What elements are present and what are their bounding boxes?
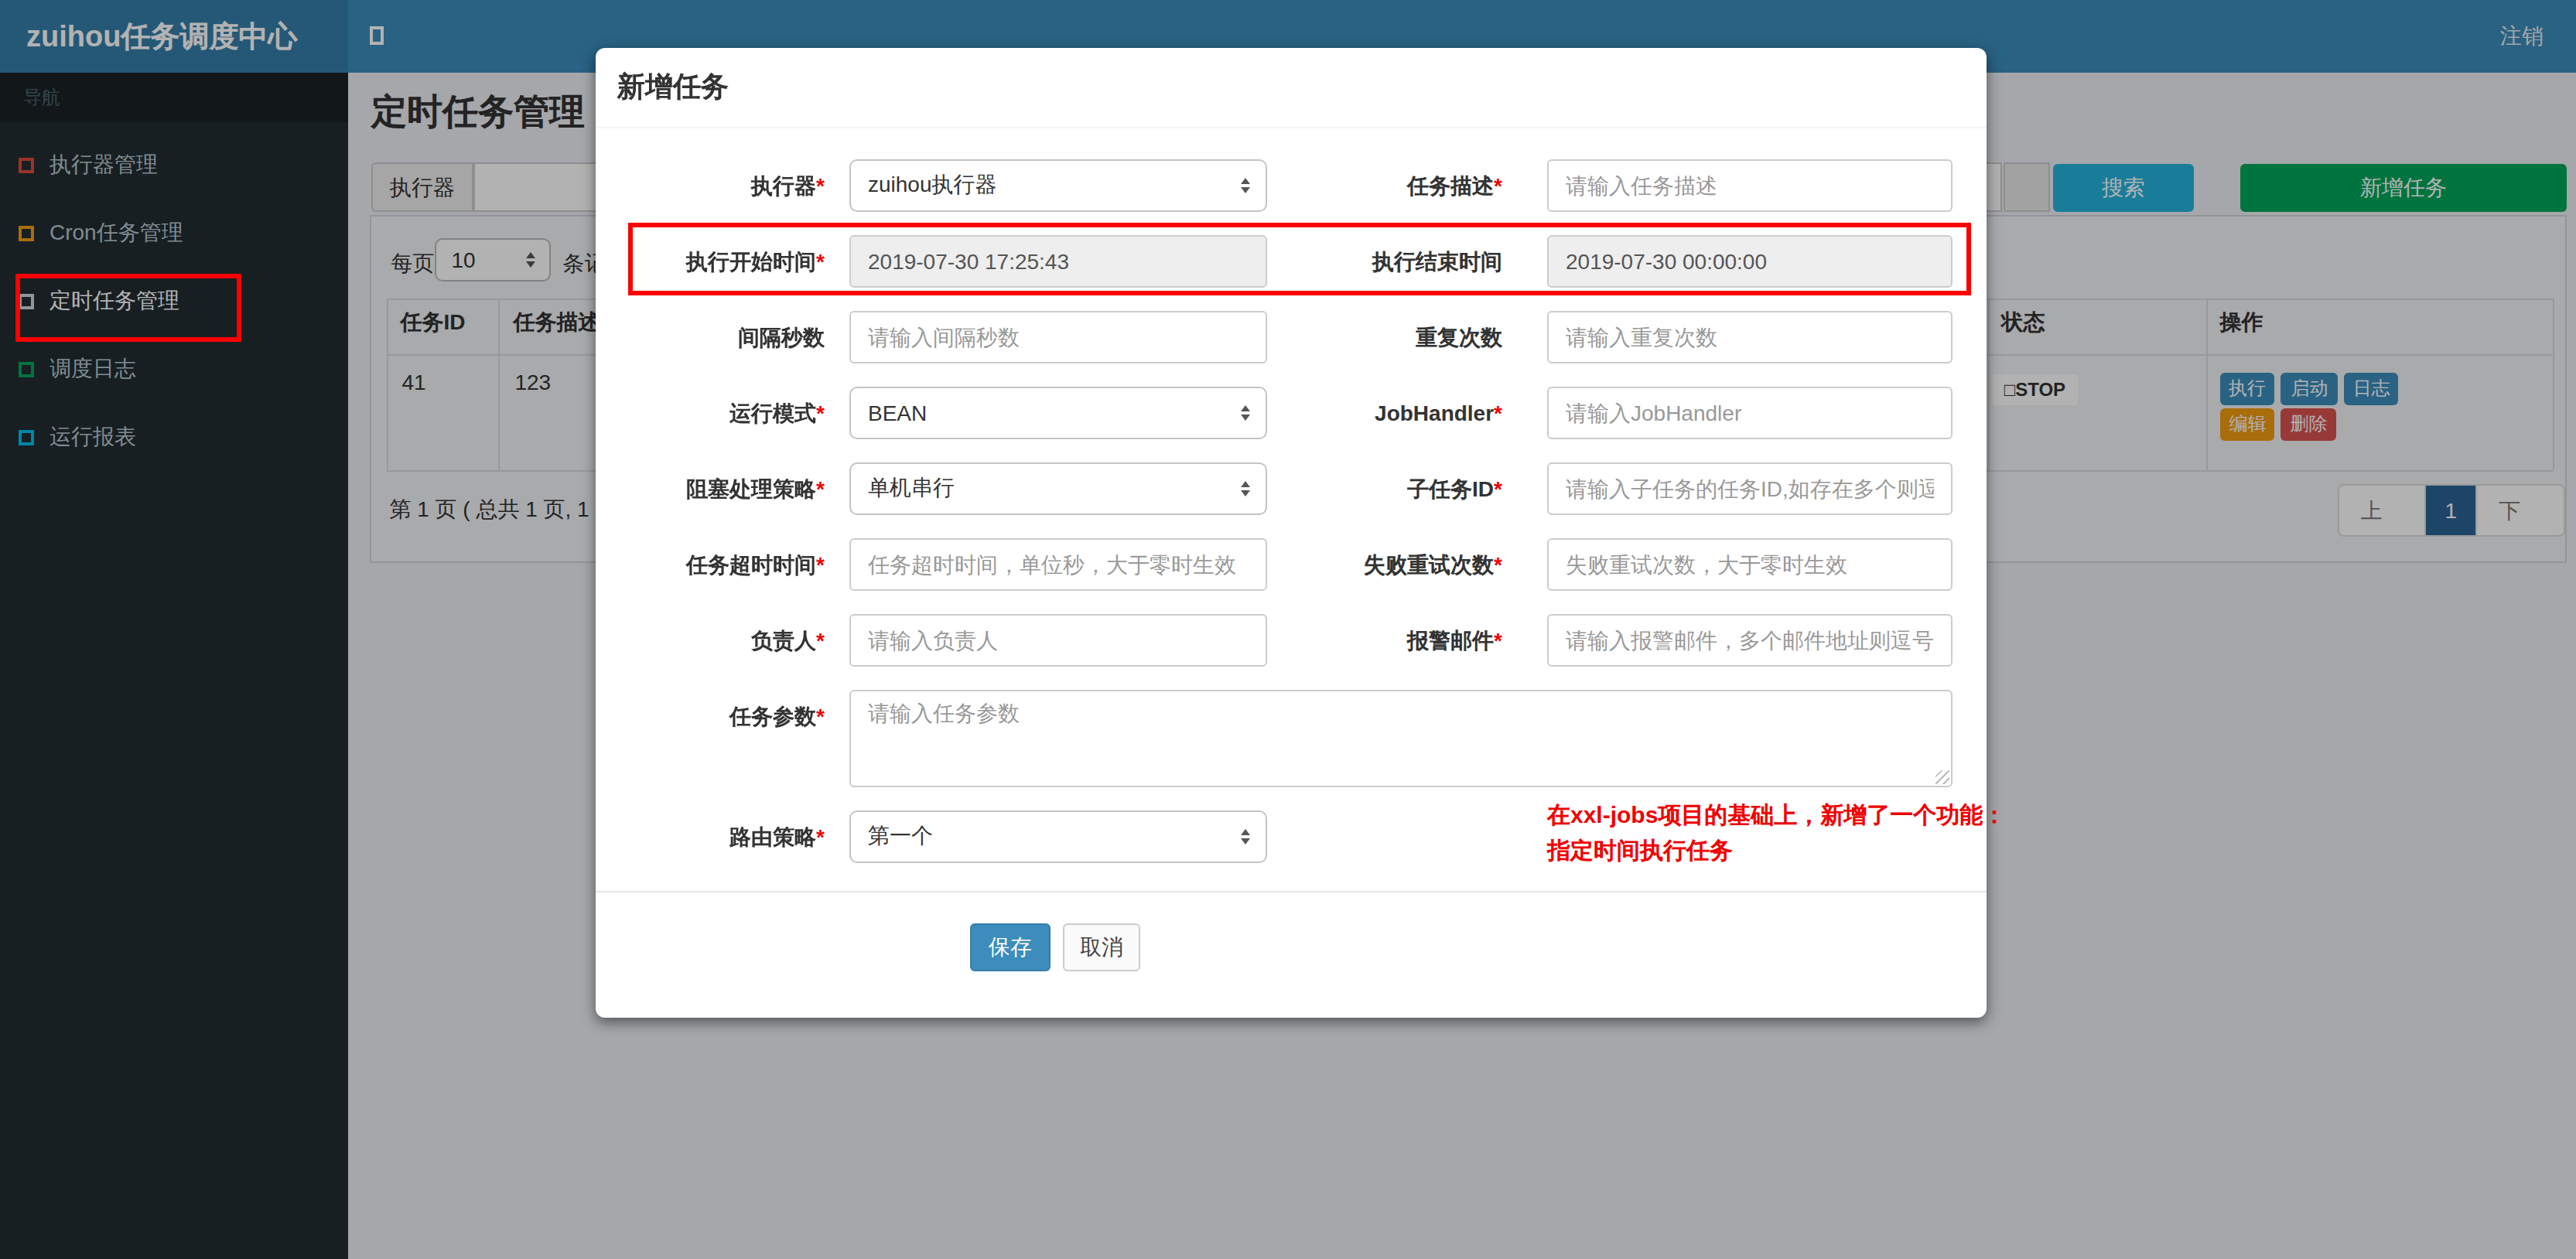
annotation-box-time-row bbox=[628, 222, 1971, 295]
author-field[interactable] bbox=[849, 614, 1267, 667]
job-param-field[interactable] bbox=[849, 690, 1952, 787]
add-task-modal: 新增任务 执行器* zuihou执行器 任务描述* 执行开始时间* 执行结束时间… bbox=[596, 47, 1987, 1017]
select-arrows-icon bbox=[1241, 178, 1250, 193]
modal-title: 新增任务 bbox=[617, 67, 729, 104]
child-jobid-field[interactable] bbox=[1547, 462, 1952, 515]
select-arrows-icon bbox=[1241, 481, 1250, 496]
field-label-executor: 执行器* bbox=[577, 159, 825, 212]
field-label-job-param: 任务参数* bbox=[577, 690, 825, 742]
timeout-field[interactable] bbox=[849, 538, 1267, 591]
block-strategy-select-value: 单机串行 bbox=[868, 475, 1241, 503]
field-label-route-strategy: 路由策略* bbox=[577, 810, 825, 863]
field-label-child-jobid: 子任务ID* bbox=[1255, 462, 1502, 515]
field-label-repeat-count: 重复次数 bbox=[1255, 311, 1502, 363]
field-label-block-strategy: 阻塞处理策略* bbox=[577, 462, 825, 515]
route-strategy-select[interactable]: 第一个 bbox=[849, 810, 1267, 863]
select-arrows-icon bbox=[1241, 405, 1250, 421]
field-label-alarm-email: 报警邮件* bbox=[1255, 614, 1502, 667]
alarm-email-field[interactable] bbox=[1547, 614, 1952, 667]
fail-retry-field[interactable] bbox=[1547, 538, 1952, 591]
executor-select-value: zuihou执行器 bbox=[868, 172, 1241, 200]
route-strategy-select-value: 第一个 bbox=[868, 823, 1241, 851]
field-label-job-handler: JobHandler* bbox=[1255, 387, 1502, 439]
cancel-button[interactable]: 取消 bbox=[1063, 923, 1140, 971]
field-label-job-desc: 任务描述* bbox=[1255, 159, 1502, 212]
field-label-timeout: 任务超时时间* bbox=[577, 538, 825, 591]
save-button[interactable]: 保存 bbox=[970, 923, 1051, 971]
field-label-fail-retry: 失败重试次数* bbox=[1255, 538, 1502, 591]
field-label-interval: 间隔秒数 bbox=[577, 311, 825, 363]
executor-select[interactable]: zuihou执行器 bbox=[849, 159, 1267, 212]
job-desc-field[interactable] bbox=[1547, 159, 1952, 212]
interval-field[interactable] bbox=[849, 311, 1267, 363]
modal-note-line1: 在xxl-jobs项目的基础上，新增了一个功能： bbox=[1547, 796, 2006, 831]
glue-type-select-value: BEAN bbox=[868, 401, 1241, 425]
field-label-glue-type: 运行模式* bbox=[577, 387, 825, 439]
modal-note-line2: 指定时间执行任务 bbox=[1547, 831, 1733, 867]
block-strategy-select[interactable]: 单机串行 bbox=[849, 462, 1267, 515]
annotation-box-sidebar bbox=[15, 274, 241, 342]
glue-type-select[interactable]: BEAN bbox=[849, 387, 1267, 439]
repeat-count-field[interactable] bbox=[1547, 311, 1952, 363]
field-label-author: 负责人* bbox=[577, 614, 825, 667]
job-handler-field[interactable] bbox=[1547, 387, 1952, 439]
select-arrows-icon bbox=[1241, 829, 1250, 844]
resize-grip-icon[interactable] bbox=[1935, 770, 1949, 784]
